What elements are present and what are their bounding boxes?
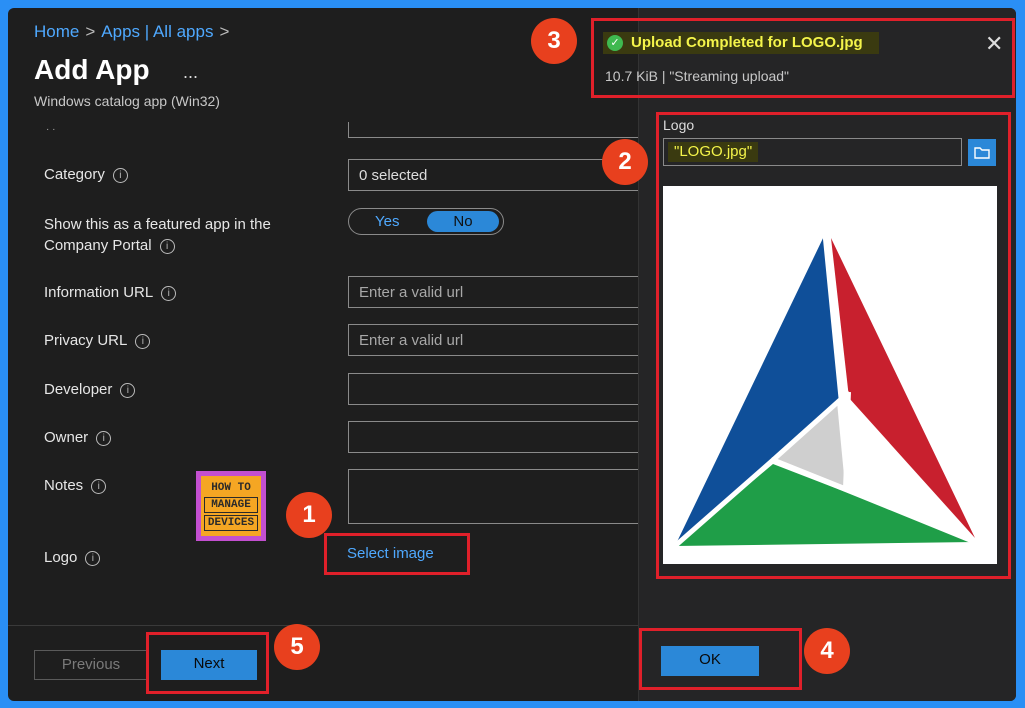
breadcrumb: Home > Apps | All apps > <box>34 22 235 42</box>
information-url-input[interactable]: Enter a valid url <box>348 276 648 308</box>
close-icon[interactable]: ✕ <box>985 31 1003 57</box>
next-button[interactable]: Next <box>161 650 257 680</box>
previous-button[interactable]: Previous <box>34 650 148 680</box>
toggle-yes[interactable]: Yes <box>375 213 399 230</box>
featured-label-line2-row: Company Portal i <box>44 235 271 256</box>
logo-file-input[interactable]: "LOGO.jpg" <box>663 138 962 166</box>
owner-input[interactable] <box>348 421 648 453</box>
info-icon[interactable]: i <box>135 333 151 349</box>
featured-label-line2: Company Portal <box>44 237 152 254</box>
logo-file-name: "LOGO.jpg" <box>668 142 759 162</box>
step-badge-3: 3 <box>531 18 577 64</box>
information-url-label: Information URL i <box>44 284 177 301</box>
select-image-link[interactable]: Select image <box>347 545 434 562</box>
logo-image-preview <box>663 186 997 564</box>
logo-upload-panel: ✓ Upload Completed for LOGO.jpg 10.7 KiB… <box>591 8 1016 701</box>
step-badge-4: 4 <box>804 628 850 674</box>
notes-textarea[interactable] <box>348 469 648 524</box>
logo-text-devices: DEVICES <box>204 515 258 531</box>
step-badge-2: 2 <box>602 139 648 185</box>
logo-text-how-to: HOW TO <box>211 482 251 494</box>
category-label: Category i <box>44 166 128 183</box>
notification-detail: 10.7 KiB | "Streaming upload" <box>605 68 790 84</box>
notification-title: Upload Completed for LOGO.jpg <box>631 34 863 51</box>
toggle-no[interactable]: No <box>427 211 499 232</box>
upload-notification: ✓ Upload Completed for LOGO.jpg 10.7 KiB… <box>603 28 1003 90</box>
info-icon[interactable]: i <box>112 167 128 183</box>
browse-folder-button[interactable] <box>968 139 996 166</box>
info-icon[interactable]: i <box>161 285 177 301</box>
featured-toggle[interactable]: Yes No <box>348 208 504 235</box>
folder-icon <box>974 147 990 159</box>
cmake-logo-image <box>673 233 977 548</box>
privacy-url-input[interactable]: Enter a valid url <box>348 324 648 356</box>
info-icon[interactable]: i <box>120 382 136 398</box>
breadcrumb-home[interactable]: Home <box>34 22 79 41</box>
logo-text-manage: MANAGE <box>204 497 258 513</box>
page-title: Add App <box>34 54 150 85</box>
ok-button[interactable]: OK <box>661 646 759 676</box>
logo-label: Logo i <box>44 549 101 566</box>
info-icon[interactable]: i <box>159 238 175 254</box>
scrolled-field-input[interactable] <box>348 122 648 138</box>
app-window: Home > Apps | All apps > Add App ... Window… <box>8 8 1016 701</box>
step-badge-5: 5 <box>274 624 320 670</box>
scrolled-field-label: · · <box>46 124 56 135</box>
check-circle-icon: ✓ <box>607 35 623 51</box>
info-icon[interactable]: i <box>96 430 112 446</box>
logo-panel-label: Logo <box>663 117 695 133</box>
breadcrumb-all-apps[interactable]: Apps | All apps <box>101 22 213 41</box>
info-icon[interactable]: i <box>91 478 107 494</box>
page-subtitle: Windows catalog app (Win32) <box>34 93 220 109</box>
developer-label: Developer i <box>44 381 136 398</box>
how-to-manage-devices-logo: HOW TO MANAGE DEVICES <box>196 471 266 541</box>
notes-label: Notes i <box>44 477 107 494</box>
step-badge-1: 1 <box>286 492 332 538</box>
featured-label-line1: Show this as a featured app in the <box>44 216 271 233</box>
featured-label: Show this as a featured app in the Compa… <box>44 214 271 256</box>
chevron-right-icon: > <box>85 22 96 41</box>
info-icon[interactable]: i <box>85 550 101 566</box>
more-options-button[interactable]: ... <box>183 62 198 83</box>
privacy-url-label: Privacy URL i <box>44 332 151 349</box>
developer-input[interactable] <box>348 373 648 405</box>
chevron-right-icon: > <box>219 22 230 41</box>
owner-label: Owner i <box>44 429 112 446</box>
